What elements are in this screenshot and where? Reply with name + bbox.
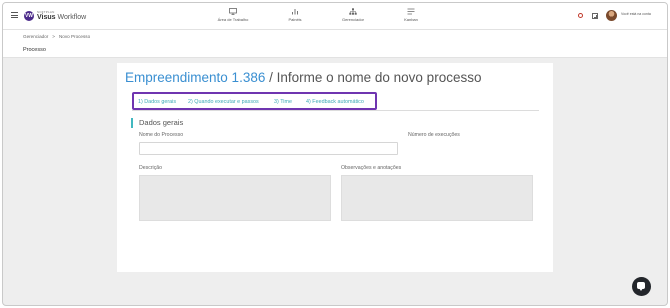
logo-title-bold: Visus [37,14,56,21]
form-heading: Empreendimento 1.386 / Informe o nome do… [125,70,481,85]
tab-feedback-automatico[interactable]: 4) Feedback automático [306,99,364,105]
notes-textarea[interactable] [341,175,533,221]
tab-quando-executar[interactable]: 2) Quando executar e passos [188,99,259,105]
nav-label: Kanban [404,17,418,22]
breadcrumb-item-novo-processo: Novo Processo [58,34,91,39]
process-form-card: Empreendimento 1.386 / Informe o nome do… [117,63,553,272]
user-account-text[interactable]: Você está na conta [621,12,651,16]
tab-time[interactable]: 3) Time [274,99,292,105]
top-navbar: VW SOFTPLAN Visus Workflow Área de Traba… [3,3,667,30]
nav-area-de-trabalho[interactable]: Área de Trabalho [213,8,253,22]
hierarchy-icon [349,8,357,15]
logo-title[interactable]: Visus Workflow [37,14,86,21]
app-window: VW SOFTPLAN Visus Workflow Área de Traba… [2,2,668,306]
avatar[interactable] [606,10,617,21]
form-tabs: 1) Dados gerais 2) Quando executar e pas… [132,92,377,110]
nav-kanban[interactable]: Kanban [391,8,431,22]
description-label: Descrição [139,165,163,171]
project-link[interactable]: Empreendimento 1.386 [125,70,265,85]
description-textarea[interactable] [139,175,331,221]
chat-support-button[interactable] [632,277,651,296]
nav-paineis[interactable]: Painéis [275,8,315,22]
nav-gerenciador[interactable]: Gerenciador [333,8,373,22]
heading-subtitle: / Informe o nome do novo processo [265,70,482,85]
nav-label: Área de Trabalho [217,17,249,22]
monitor-icon [229,8,237,15]
process-name-label: Nome do Processo [139,132,184,138]
logo-title-rest: Workflow [55,14,87,21]
tab-divider [132,110,539,111]
logo-badge[interactable]: VW [24,11,34,21]
tab-dados-gerais[interactable]: 1) Dados gerais [138,99,176,105]
menu-icon[interactable] [11,12,18,18]
kanban-icon [407,8,415,15]
nav-label: Gerenciador [341,17,364,22]
breadcrumb-bar: Gerenciador > Novo Processo Processo [3,30,667,58]
chart-icon [292,9,298,15]
breadcrumb-separator: > [52,34,55,39]
section-accent-bar [131,118,133,128]
breadcrumb-item-gerenciador[interactable]: Gerenciador [23,34,48,39]
notes-label: Observações e anotações [341,165,402,171]
process-name-input[interactable] [139,142,398,155]
apps-grid-icon[interactable] [592,13,598,19]
section-title: Dados gerais [139,118,184,127]
executions-label: Número de execuções [408,132,460,138]
notification-icon[interactable] [578,13,583,18]
page-title: Processo [23,47,46,53]
nav-label: Painéis [288,17,302,22]
breadcrumb: Gerenciador > Novo Processo [23,34,90,39]
